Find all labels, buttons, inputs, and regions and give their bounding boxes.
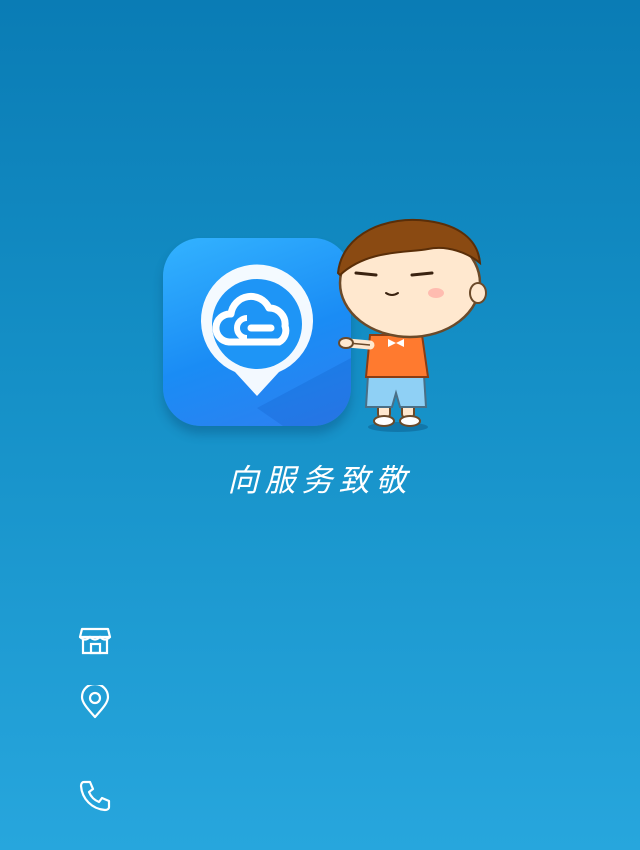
slogan-text: 向服务致敬 bbox=[227, 463, 413, 499]
location-row bbox=[78, 682, 578, 719]
phone-row[interactable] bbox=[78, 778, 578, 812]
store-icon bbox=[78, 623, 112, 657]
hero-illustration bbox=[160, 215, 490, 440]
phone-icon[interactable] bbox=[78, 778, 112, 812]
cloud-wrench-pin-icon bbox=[201, 264, 351, 426]
location-pin-icon bbox=[78, 682, 112, 719]
cartoon-boy-mascot bbox=[336, 218, 487, 432]
app-icon bbox=[163, 238, 351, 426]
store-row bbox=[78, 623, 578, 657]
